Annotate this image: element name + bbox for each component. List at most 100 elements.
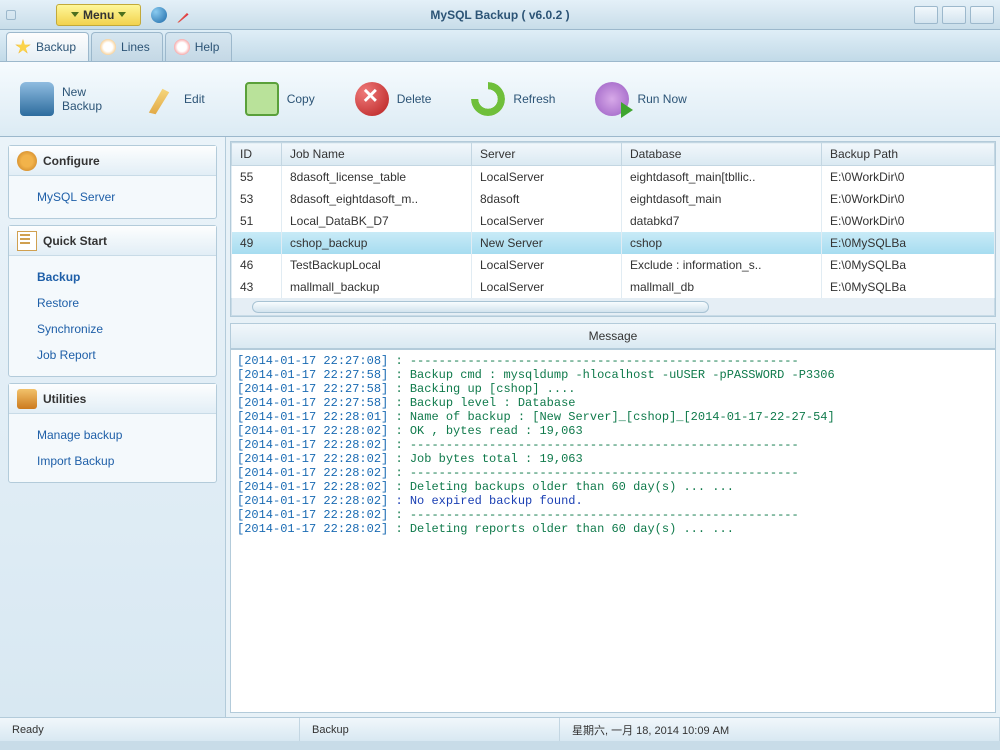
- tab-lines[interactable]: Lines: [91, 32, 163, 61]
- cell-server: LocalServer: [472, 166, 622, 189]
- ribbon-label: Edit: [184, 92, 205, 106]
- cell-path: E:\0MySQLBa: [822, 232, 995, 254]
- panel-title: Quick Start: [43, 234, 107, 248]
- lines-icon: [100, 39, 116, 55]
- delete-icon: [355, 82, 389, 116]
- cell-path: E:\0WorkDir\0: [822, 188, 995, 210]
- status-datetime: 星期六, 一月 18, 2014 10:09 AM: [560, 718, 1000, 741]
- col-server[interactable]: Server: [472, 143, 622, 166]
- panel-header[interactable]: Quick Start: [9, 226, 216, 256]
- menu-label: Menu: [83, 8, 114, 22]
- log-line: [2014-01-17 22:28:02] : Deleting reports…: [237, 522, 989, 536]
- cell-path: E:\0WorkDir\0: [822, 166, 995, 189]
- toolbox-icon: [17, 389, 37, 409]
- app-icon: [6, 10, 16, 20]
- cell-job: 8dasoft_eightdasoft_m..: [282, 188, 472, 210]
- log-line: [2014-01-17 22:28:02] : ----------------…: [237, 466, 989, 480]
- cell-job: Local_DataBK_D7: [282, 210, 472, 232]
- titlebar: Menu MySQL Backup ( v6.0.2 ): [0, 0, 1000, 30]
- log-line: [2014-01-17 22:27:08] : ----------------…: [237, 354, 989, 368]
- cell-db: cshop: [622, 232, 822, 254]
- arrow-down-icon: [71, 12, 79, 17]
- link-mysql-server[interactable]: MySQL Server: [37, 184, 212, 210]
- cell-db: mallmall_db: [622, 276, 822, 298]
- table-row[interactable]: 43mallmall_backupLocalServermallmall_dbE…: [232, 276, 995, 298]
- cell-job: TestBackupLocal: [282, 254, 472, 276]
- table-row[interactable]: 558dasoft_license_tableLocalServereightd…: [232, 166, 995, 189]
- col-id[interactable]: ID: [232, 143, 282, 166]
- document-icon: [17, 231, 37, 251]
- status-section: Backup: [300, 718, 560, 741]
- log-line: [2014-01-17 22:28:02] : No expired backu…: [237, 494, 989, 508]
- maximize-button[interactable]: [942, 6, 966, 24]
- tab-label: Lines: [121, 40, 150, 54]
- copy-button[interactable]: Copy: [245, 82, 315, 116]
- horizontal-scrollbar[interactable]: [231, 298, 995, 316]
- log-line: [2014-01-17 22:28:02] : Deleting backups…: [237, 480, 989, 494]
- gear-icon: [17, 151, 37, 171]
- link-manage-backup[interactable]: Manage backup: [37, 422, 212, 448]
- globe-icon[interactable]: [151, 7, 167, 23]
- cell-path: E:\0MySQLBa: [822, 254, 995, 276]
- minimize-button[interactable]: [914, 6, 938, 24]
- scrollbar-thumb[interactable]: [252, 301, 709, 313]
- table-row[interactable]: 51Local_DataBK_D7LocalServerdatabkd7E:\0…: [232, 210, 995, 232]
- sidebar: Configure MySQL Server Quick Start Backu…: [0, 137, 225, 717]
- log-line: [2014-01-17 22:27:58] : Backup cmd : mys…: [237, 368, 989, 382]
- cell-path: E:\0WorkDir\0: [822, 210, 995, 232]
- panel-title: Utilities: [43, 392, 86, 406]
- cell-server: 8dasoft: [472, 188, 622, 210]
- cell-id: 53: [232, 188, 282, 210]
- pencil-icon: [142, 82, 176, 116]
- copy-icon: [245, 82, 279, 116]
- ribbon-label: Delete: [397, 92, 432, 106]
- wand-icon[interactable]: [177, 7, 193, 23]
- grid-header-row: ID Job Name Server Database Backup Path: [232, 143, 995, 166]
- run-now-button[interactable]: Run Now: [595, 82, 686, 116]
- tab-help[interactable]: Help: [165, 32, 233, 61]
- panel-header[interactable]: Configure: [9, 146, 216, 176]
- refresh-button[interactable]: Refresh: [471, 82, 555, 116]
- message-log[interactable]: [2014-01-17 22:27:08] : ----------------…: [230, 349, 996, 713]
- cell-path: E:\0MySQLBa: [822, 276, 995, 298]
- link-restore[interactable]: Restore: [37, 290, 212, 316]
- cell-db: Exclude : information_s..: [622, 254, 822, 276]
- close-button[interactable]: [970, 6, 994, 24]
- edit-button[interactable]: Edit: [142, 82, 205, 116]
- cell-db: eightdasoft_main: [622, 188, 822, 210]
- ribbon-label: Copy: [287, 92, 315, 106]
- ribbon: New Backup Edit Copy Delete Refresh Run …: [0, 62, 1000, 137]
- tab-label: Backup: [36, 40, 76, 54]
- cell-server: LocalServer: [472, 210, 622, 232]
- arrow-down-icon: [118, 12, 126, 17]
- table-row[interactable]: 46TestBackupLocalLocalServerExclude : in…: [232, 254, 995, 276]
- log-line: [2014-01-17 22:28:02] : Job bytes total …: [237, 452, 989, 466]
- tab-backup[interactable]: Backup: [6, 32, 89, 61]
- workspace: Configure MySQL Server Quick Start Backu…: [0, 137, 1000, 717]
- link-synchronize[interactable]: Synchronize: [37, 316, 212, 342]
- panel-header[interactable]: Utilities: [9, 384, 216, 414]
- link-import-backup[interactable]: Import Backup: [37, 448, 212, 474]
- table-row[interactable]: 49cshop_backupNew ServercshopE:\0MySQLBa: [232, 232, 995, 254]
- cell-server: LocalServer: [472, 254, 622, 276]
- help-icon: [174, 39, 190, 55]
- menu-button[interactable]: Menu: [56, 4, 141, 26]
- link-backup[interactable]: Backup: [37, 264, 212, 290]
- delete-button[interactable]: Delete: [355, 82, 432, 116]
- cell-job: 8dasoft_license_table: [282, 166, 472, 189]
- link-job-report[interactable]: Job Report: [37, 342, 212, 368]
- panel-title: Configure: [43, 154, 100, 168]
- col-backup-path[interactable]: Backup Path: [822, 143, 995, 166]
- job-grid: ID Job Name Server Database Backup Path …: [230, 141, 996, 317]
- cell-id: 46: [232, 254, 282, 276]
- table-row[interactable]: 538dasoft_eightdasoft_m..8dasofteightdas…: [232, 188, 995, 210]
- col-database[interactable]: Database: [622, 143, 822, 166]
- ribbon-label: Run Now: [637, 92, 686, 106]
- panel-quickstart: Quick Start Backup Restore Synchronize J…: [8, 225, 217, 377]
- refresh-icon: [471, 82, 505, 116]
- log-line: [2014-01-17 22:27:58] : Backing up [csho…: [237, 382, 989, 396]
- new-backup-button[interactable]: New Backup: [20, 82, 102, 116]
- log-line: [2014-01-17 22:28:02] : OK , bytes read …: [237, 424, 989, 438]
- cell-server: LocalServer: [472, 276, 622, 298]
- col-job-name[interactable]: Job Name: [282, 143, 472, 166]
